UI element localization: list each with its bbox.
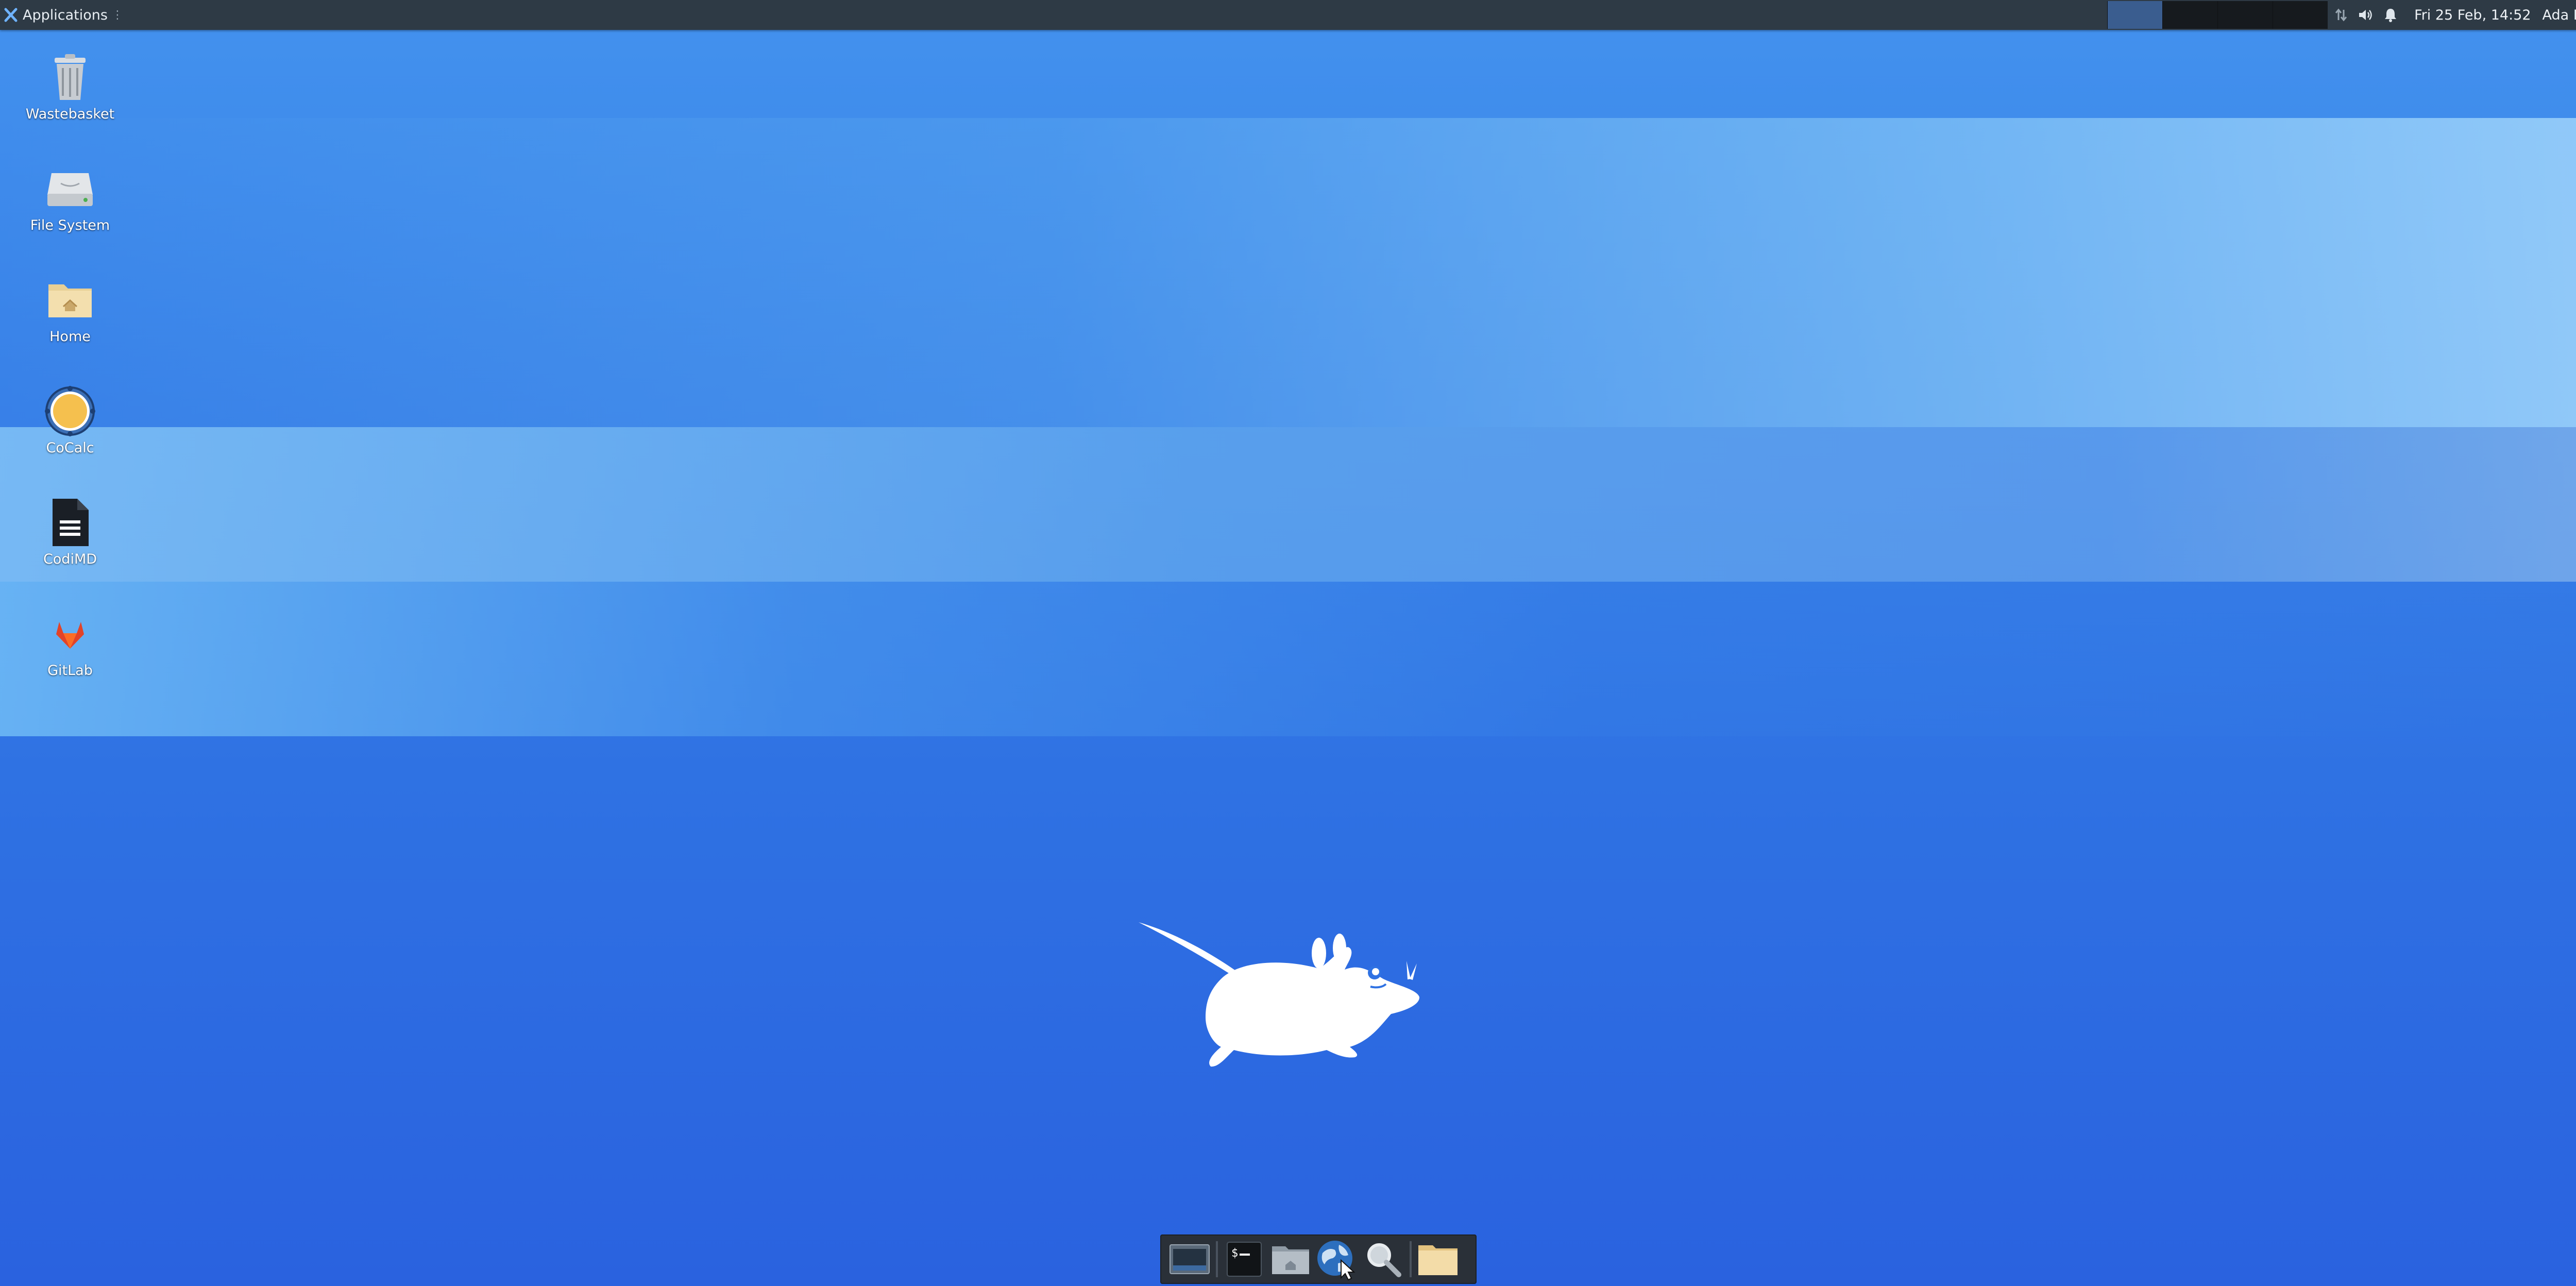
- wallpaper-band: [0, 582, 2576, 736]
- wallpaper-band: [0, 427, 2576, 582]
- desktop-background[interactable]: [0, 0, 2576, 1286]
- web-browser-button[interactable]: [1314, 1237, 1360, 1281]
- network-icon[interactable]: [2329, 0, 2353, 30]
- desktop-icon-label: Wastebasket: [25, 106, 115, 122]
- file-manager-button[interactable]: [1415, 1237, 1461, 1281]
- workspace-1[interactable]: [2107, 1, 2162, 29]
- desktop-icon-cocalc[interactable]: CoCalc: [12, 385, 128, 488]
- desktop-icon-home[interactable]: Home: [12, 274, 128, 377]
- desktop-icon-codimd[interactable]: CodiMD: [12, 497, 128, 600]
- workspace-2[interactable]: [2162, 1, 2217, 29]
- home-folder-icon: [44, 274, 96, 326]
- wallpaper-band: [0, 118, 2576, 427]
- xfce-mouse-logo: [1139, 922, 1420, 1067]
- system-tray: Fri 25 Feb, 14:52 Ada Lovelace: [2329, 0, 2576, 30]
- cocalc-icon: [44, 385, 96, 437]
- workspace-4[interactable]: [2273, 1, 2328, 29]
- top-panel: Applications ⋮ Fri 25 Feb, 14:52 Ada Lov…: [0, 0, 2576, 30]
- desktop-icon-label: CodiMD: [43, 551, 97, 567]
- workspace-switcher[interactable]: [2107, 1, 2328, 29]
- drive-icon: [44, 163, 96, 214]
- desktop-icon-gitlab[interactable]: GitLab: [12, 608, 128, 711]
- dock-separator: [1216, 1241, 1218, 1277]
- terminal-button[interactable]: $: [1221, 1237, 1267, 1281]
- notification-bell-icon[interactable]: [2378, 0, 2403, 30]
- workspace-3[interactable]: [2217, 1, 2273, 29]
- desktop-icon-file-system[interactable]: File System: [12, 163, 128, 266]
- home-folder-icon: [1272, 1246, 1309, 1274]
- dock-separator: [1410, 1241, 1412, 1277]
- desktop-icon-label: Home: [49, 329, 91, 345]
- panel-handle-icon: ⋮: [111, 8, 123, 22]
- svg-text:$: $: [1231, 1247, 1238, 1260]
- user-menu-button[interactable]: Ada Lovelace: [2540, 7, 2576, 23]
- volume-icon[interactable]: [2353, 0, 2378, 30]
- desktop-icon-label: GitLab: [47, 663, 93, 679]
- xfce-logo-icon: [4, 8, 18, 22]
- terminal-icon: $: [1227, 1242, 1262, 1277]
- applications-label: Applications: [23, 7, 108, 23]
- trash-icon: [44, 52, 96, 103]
- desktop-icon-wastebasket[interactable]: Wastebasket: [12, 52, 128, 155]
- panel-clock[interactable]: Fri 25 Feb, 14:52: [2403, 7, 2540, 23]
- magnifier-icon: [1367, 1243, 1401, 1277]
- folder-icon: [1418, 1245, 1458, 1275]
- gitlab-icon: [44, 608, 96, 659]
- desktop-icon-label: CoCalc: [46, 440, 94, 456]
- applications-menu-button[interactable]: Applications ⋮: [0, 0, 129, 30]
- app-finder-button[interactable]: [1360, 1237, 1406, 1281]
- globe-icon: [1317, 1241, 1355, 1281]
- show-desktop-icon: [1170, 1244, 1210, 1274]
- bottom-dock: $: [1160, 1234, 1477, 1284]
- home-folder-button[interactable]: [1267, 1237, 1314, 1281]
- show-desktop-button[interactable]: [1166, 1237, 1213, 1281]
- codimd-icon: [44, 497, 96, 548]
- desktop-icon-label: File System: [30, 217, 110, 233]
